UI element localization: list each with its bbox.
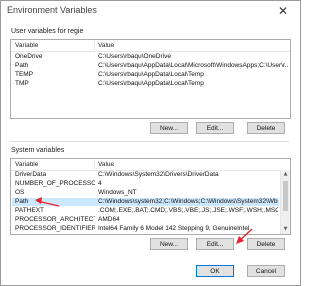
variable-name: PROCESSOR_IDENTIFIER (15, 225, 95, 232)
table-row[interactable]: TEMP C:\Users\rbaqu\AppData\Local\Temp (12, 71, 289, 79)
column-header-variable[interactable]: Variable (15, 42, 38, 49)
system-variables-label: System variables (11, 147, 65, 154)
title-bar: Environment Variables ✕ (1, 1, 300, 22)
variable-value: C:\Users\rbaqu\AppData\Local\Temp (98, 71, 204, 78)
column-header-variable[interactable]: Variable (15, 161, 38, 168)
variable-name: DriverData (15, 171, 47, 178)
column-separator[interactable] (94, 41, 95, 50)
variable-value: C:\Users\rbaqu\AppData\Local\Temp (98, 80, 204, 87)
user-edit-button[interactable]: Edit... (196, 122, 234, 134)
user-variables-list[interactable]: Variable Value OneDrive C:\Users\rbaqu\O… (10, 39, 291, 119)
variable-value: Intel64 Family 6 Model 142 Stepping 9, G… (98, 225, 250, 232)
table-row[interactable]: OneDrive C:\Users\rbaqu\OneDrive (12, 53, 289, 61)
variable-name: Path (15, 198, 29, 205)
scrollbar-thumb[interactable] (283, 181, 288, 211)
variable-value: C:\Windows\system32;C:\Windows;C:\Window… (98, 198, 278, 205)
variable-name: OneDrive (15, 53, 43, 60)
table-row-selected[interactable]: Path C:\Windows\system32;C:\Windows;C:\W… (12, 198, 279, 206)
vertical-scrollbar[interactable]: ▲ ▼ (280, 170, 290, 234)
column-separator[interactable] (94, 160, 95, 169)
table-row[interactable]: DriverData C:\Windows\System32\Drivers\D… (12, 171, 279, 179)
variable-name: PATHEXT (15, 207, 45, 214)
table-row[interactable]: PATHEXT .COM;.EXE;.BAT;.CMD;.VBS;.VBE;.J… (12, 207, 279, 215)
variable-value: C:\Users\rbaqu\OneDrive (98, 53, 171, 60)
system-delete-button[interactable]: Delete (247, 238, 285, 250)
user-delete-button[interactable]: Delete (247, 122, 285, 134)
variable-value: AMD64 (98, 216, 120, 223)
variable-value: 4 (98, 180, 102, 187)
user-variables-label: User variables for regie (11, 28, 84, 35)
variable-name: TMP (15, 80, 29, 87)
user-new-button[interactable]: New... (150, 122, 188, 134)
table-row[interactable]: PROCESSOR_ARCHITECTURE AMD64 (12, 216, 279, 224)
system-list-header: Variable Value (11, 159, 290, 171)
system-variables-list[interactable]: Variable Value DriverData C:\Windows\Sys… (10, 158, 291, 235)
column-header-value[interactable]: Value (98, 161, 114, 168)
table-row[interactable]: Path C:\Users\rbaqu\AppData\Local\Micros… (12, 62, 289, 70)
variable-value: .COM;.EXE;.BAT;.CMD;.VBS;.VBE;.JS;.JSE;.… (98, 207, 278, 214)
table-row[interactable]: PROCESSOR_IDENTIFIER Intel64 Family 6 Mo… (12, 225, 279, 233)
table-row[interactable]: NUMBER_OF_PROCESSORS 4 (12, 180, 279, 188)
system-new-button[interactable]: New... (150, 238, 188, 250)
variable-value: Windows_NT (98, 189, 137, 196)
variable-value: C:\Windows\System32\Drivers\DriverData (98, 171, 219, 178)
ok-button[interactable]: OK (196, 265, 234, 277)
user-list-header: Variable Value (11, 40, 290, 52)
variable-value: C:\Users\rbaqu\AppData\Local\Microsoft\W… (98, 62, 288, 69)
window-title: Environment Variables (7, 5, 97, 15)
table-row[interactable]: TMP C:\Users\rbaqu\AppData\Local\Temp (12, 80, 289, 88)
variable-name: PROCESSOR_ARCHITECTURE (15, 216, 95, 223)
variable-name: OS (15, 189, 25, 196)
system-edit-button[interactable]: Edit... (196, 238, 234, 250)
scroll-up-icon[interactable]: ▲ (281, 170, 290, 179)
table-row[interactable]: OS Windows_NT (12, 189, 279, 197)
variable-name: NUMBER_OF_PROCESSORS (15, 180, 95, 187)
section-divider (10, 141, 289, 142)
column-header-value[interactable]: Value (98, 42, 114, 49)
close-icon[interactable]: ✕ (275, 4, 291, 18)
variable-name: Path (15, 62, 29, 69)
cancel-button[interactable]: Cancel (247, 265, 285, 277)
variable-name: TEMP (15, 71, 34, 78)
environment-variables-dialog: Environment Variables ✕ User variables f… (0, 0, 301, 286)
scroll-down-icon[interactable]: ▼ (281, 225, 290, 234)
